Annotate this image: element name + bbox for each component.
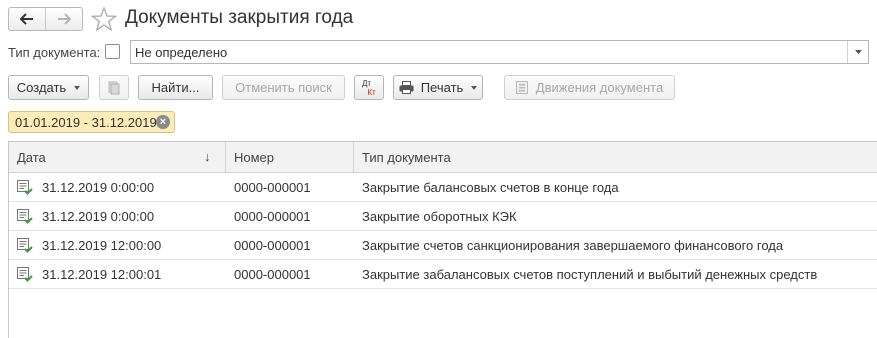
row-number: 0000-000001	[234, 267, 311, 282]
row-number: 0000-000001	[234, 238, 311, 253]
table-row[interactable]: 31.12.2019 12:00:01 0000-000001 Закрытие…	[9, 260, 877, 289]
arrow-left-icon	[20, 13, 33, 25]
column-number[interactable]: Номер	[226, 142, 354, 173]
chevron-down-icon	[854, 50, 862, 54]
doc-type-field[interactable]: Не определено	[130, 40, 869, 64]
posted-document-icon	[17, 180, 33, 195]
sort-descending-icon: ↓	[204, 149, 211, 164]
column-doc-type-label: Тип документа	[362, 150, 451, 165]
row-number: 0000-000001	[234, 209, 311, 224]
kt-label: Кт	[367, 87, 376, 97]
arrow-right-icon	[58, 13, 71, 25]
chevron-down-icon	[74, 85, 81, 90]
find-button-label: Найти...	[151, 80, 200, 95]
doc-type-value: Не определено	[135, 45, 228, 60]
back-button[interactable]	[9, 8, 45, 30]
create-button[interactable]: Создать	[8, 75, 89, 100]
posted-document-icon	[17, 238, 33, 253]
create-button-label: Создать	[16, 80, 67, 95]
copy-icon	[108, 81, 120, 94]
posted-document-icon	[17, 267, 33, 282]
table-row[interactable]: 31.12.2019 0:00:00 0000-000001 Закрытие …	[9, 173, 877, 202]
dt-label: Дт	[361, 78, 372, 88]
column-doc-type[interactable]: Тип документа	[354, 142, 877, 173]
column-number-label: Номер	[234, 150, 275, 165]
row-doc-type: Закрытие балансовых счетов в конце года	[362, 180, 619, 195]
row-date: 31.12.2019 0:00:00	[42, 209, 155, 224]
page-title: Документы закрытия года	[125, 7, 354, 28]
movements-label: Движения документа	[535, 80, 664, 95]
period-label: 01.01.2019 - 31.12.2019	[15, 114, 157, 130]
doc-type-dropdown-button[interactable]	[847, 41, 868, 63]
row-number: 0000-000001	[234, 180, 311, 195]
clear-icon[interactable]: ×	[156, 115, 170, 129]
print-button[interactable]: Печать	[393, 75, 483, 100]
row-doc-type: Закрытие забалансовых счетов поступлений…	[362, 267, 818, 282]
documents-table: Дата ↓ Номер Тип документа 31.12.2019 0:…	[8, 141, 877, 338]
table-row[interactable]: 31.12.2019 0:00:00 0000-000001 Закрытие …	[9, 202, 877, 231]
column-date-label: Дата	[17, 150, 46, 165]
doc-type-checkbox[interactable]	[105, 44, 120, 59]
column-date[interactable]: Дата ↓	[9, 142, 226, 173]
forward-button[interactable]	[45, 8, 82, 30]
movements-icon	[515, 81, 528, 94]
print-button-label: Печать	[420, 80, 464, 95]
chevron-down-icon	[471, 85, 478, 90]
row-date: 31.12.2019 12:00:00	[42, 238, 162, 253]
star-outline-icon[interactable]	[91, 6, 117, 32]
document-movements-button[interactable]: Движения документа	[504, 75, 675, 100]
printer-icon	[399, 81, 414, 94]
table-row[interactable]: 31.12.2019 12:00:00 0000-000001 Закрытие…	[9, 231, 877, 260]
posted-document-icon	[17, 209, 33, 224]
find-button[interactable]: Найти...	[138, 75, 213, 100]
navigation-buttons	[8, 7, 83, 31]
row-doc-type: Закрытие оборотных КЭК	[362, 209, 517, 224]
copy-button[interactable]	[99, 75, 129, 100]
table-header: Дата ↓ Номер Тип документа	[9, 142, 877, 173]
row-doc-type: Закрытие счетов санкционирования заверша…	[362, 238, 784, 253]
dt-kt-button[interactable]: Дт Кт	[354, 75, 384, 100]
cancel-search-button[interactable]: Отменить поиск	[222, 75, 345, 100]
doc-type-label: Тип документа:	[8, 45, 101, 60]
period-filter-tag[interactable]: 01.01.2019 - 31.12.2019 ×	[8, 111, 175, 133]
cancel-search-label: Отменить поиск	[235, 80, 332, 95]
row-date: 31.12.2019 12:00:01	[42, 267, 162, 282]
row-date: 31.12.2019 0:00:00	[42, 180, 155, 195]
